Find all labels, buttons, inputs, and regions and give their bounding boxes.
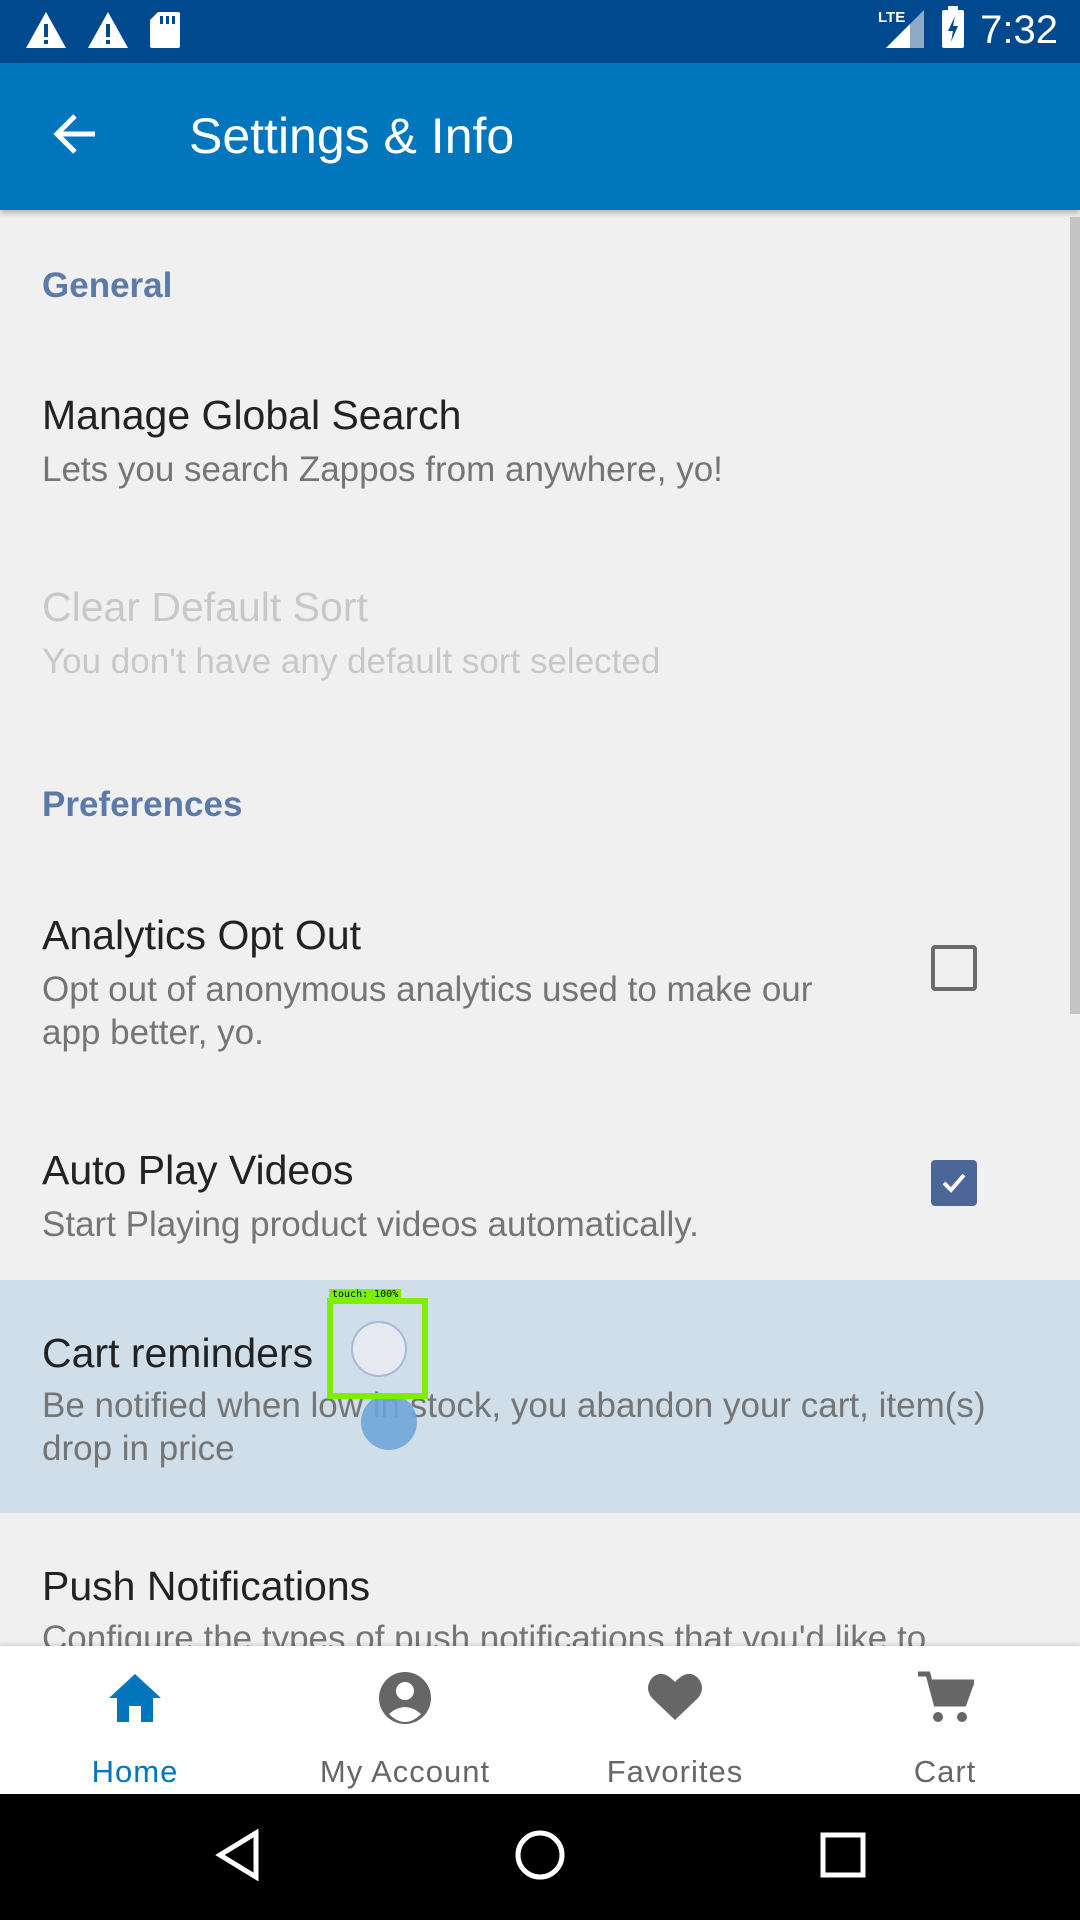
system-recents-button[interactable] <box>783 1794 903 1920</box>
nav-home[interactable]: Home <box>0 1646 270 1794</box>
setting-analytics-opt-out[interactable]: Analytics Opt Out Opt out of anonymous a… <box>0 880 1080 1090</box>
touch-trail-dot <box>361 1394 417 1450</box>
sd-card-icon <box>148 10 182 55</box>
section-header-general: General <box>42 266 173 305</box>
system-home-button[interactable] <box>480 1794 600 1920</box>
page-title: Settings & Info <box>189 108 515 164</box>
warning-icon <box>24 10 68 55</box>
nav-my-account[interactable]: My Account <box>270 1646 540 1794</box>
nav-label: Favorites <box>606 1754 744 1789</box>
nav-cart[interactable]: Cart <box>810 1646 1080 1794</box>
scrollbar[interactable] <box>1070 217 1080 1014</box>
warning-icon <box>86 10 130 55</box>
check-icon <box>941 1170 967 1201</box>
app-bar: Settings & Info <box>0 63 1080 210</box>
cart-icon <box>810 1670 1080 1726</box>
nav-label: My Account <box>319 1754 491 1789</box>
heart-icon <box>540 1670 810 1722</box>
nav-label: Cart <box>913 1754 977 1789</box>
setting-subtitle: You don't have any default sort selected <box>42 642 661 681</box>
setting-subtitle: Start Playing product videos automatical… <box>42 1205 699 1244</box>
setting-subtitle: Be notified when low in stock, you aband… <box>42 1386 986 1468</box>
setting-title: Push Notifications <box>42 1563 371 1609</box>
arrow-left-icon <box>51 112 99 161</box>
nav-label: Home <box>91 1754 179 1789</box>
nav-favorites[interactable]: Favorites <box>540 1646 810 1794</box>
system-navigation-bar <box>0 1794 1080 1920</box>
auto-play-checkbox[interactable] <box>931 1160 977 1206</box>
setting-manage-global-search[interactable]: Manage Global Search Lets you search Zap… <box>0 360 1080 540</box>
square-recents-icon <box>819 1831 867 1884</box>
account-icon <box>270 1670 540 1726</box>
notification-icons <box>24 10 182 55</box>
touch-label: touch: 100% <box>329 1289 402 1300</box>
analytics-checkbox[interactable] <box>931 945 977 991</box>
setting-title: Manage Global Search <box>42 392 462 438</box>
setting-clear-default-sort: Clear Default Sort You don't have any de… <box>0 550 1080 740</box>
setting-subtitle: Lets you search Zappos from anywhere, yo… <box>42 450 723 489</box>
setting-push-notifications[interactable]: Push Notifications Configure the types o… <box>0 1513 1080 1646</box>
system-indicators: LTE 7:32 <box>876 6 1058 55</box>
setting-title: Auto Play Videos <box>42 1147 354 1193</box>
setting-title: Cart reminders <box>42 1330 314 1376</box>
status-bar: LTE 7:32 <box>0 0 1080 63</box>
setting-subtitle: Opt out of anonymous analytics used to m… <box>42 970 813 1052</box>
setting-title: Analytics Opt Out <box>42 912 362 958</box>
battery-charging-icon <box>940 6 966 55</box>
signal-icon: LTE <box>876 6 926 55</box>
clock: 7:32 <box>980 8 1058 52</box>
settings-list[interactable]: General Manage Global Search Lets you se… <box>0 210 1080 1646</box>
setting-auto-play-videos[interactable]: Auto Play Videos Start Playing product v… <box>0 1115 1080 1280</box>
system-back-button[interactable] <box>178 1794 298 1920</box>
home-icon <box>0 1670 270 1726</box>
section-header-preferences: Preferences <box>42 785 243 824</box>
touch-point <box>351 1321 407 1377</box>
setting-subtitle: Configure the types of push notification… <box>42 1619 927 1646</box>
svg-text:LTE: LTE <box>878 9 905 26</box>
bottom-navigation: Home My Account Favorites Cart <box>0 1646 1080 1794</box>
setting-cart-reminders[interactable]: Cart reminders Be notified when low in s… <box>0 1280 1080 1513</box>
circle-home-icon <box>514 1829 566 1886</box>
triangle-back-icon <box>214 1828 262 1886</box>
setting-title: Clear Default Sort <box>42 584 368 630</box>
back-button[interactable] <box>40 101 110 171</box>
